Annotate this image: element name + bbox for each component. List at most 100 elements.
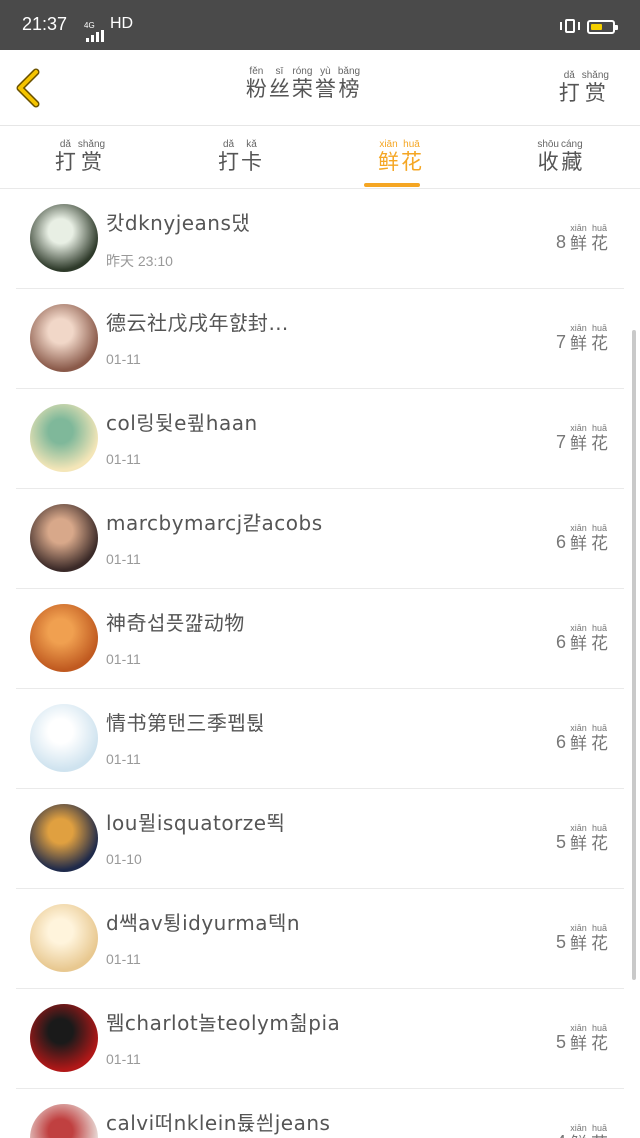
hanzi: 花 [591, 434, 608, 454]
list-item[interactable]: 神奇섭픗꺒动物 01-11 6 xiān 鲜 huā 花 [16, 589, 624, 689]
avatar[interactable] [30, 904, 98, 972]
hanzi: 花 [591, 334, 608, 354]
avatar[interactable] [30, 1104, 98, 1138]
list-item[interactable]: marcbymarcj캳acobs 01-11 6 xiān 鲜 huā 花 [16, 489, 624, 589]
pinyin-char: huā花 [401, 139, 422, 174]
avatar[interactable] [30, 604, 98, 672]
pinyin-char: xiān鲜 [570, 623, 587, 654]
list-item[interactable]: d쌕av툉idyurma텍n 01-11 5 xiān 鲜 huā 花 [16, 889, 624, 989]
timestamp: 01-11 [106, 551, 141, 567]
user-name: calvi떠nklein튡씐jeans [106, 1111, 331, 1135]
pinyin: dǎ [563, 70, 575, 81]
page-title: fěn 粉 sī 丝 róng 荣 yù 誉 bǎng 榜 [0, 66, 606, 101]
battery-icon [587, 20, 618, 34]
hanzi: 鲜 [570, 434, 587, 454]
pinyin: huā [591, 323, 608, 333]
pinyin-char: shōu 收 [537, 139, 559, 174]
pinyin-char: cáng 藏 [561, 139, 583, 174]
tab-0[interactable]: dǎ 打 shǎng 赏 [0, 127, 160, 189]
pinyin: xiān [570, 623, 587, 633]
pinyin: xiān [570, 1023, 587, 1033]
timestamp: 01-11 [106, 451, 141, 467]
list-item[interactable]: 캇dknyjeans댔 昨天 23:10 8 xiān 鲜 huā 花 [16, 189, 624, 289]
list-item[interactable]: calvi떠nklein튡씐jeans01-114xiān鲜huā花 [16, 1089, 624, 1138]
pinyin: cáng [561, 139, 583, 150]
tab-1[interactable]: dǎ 打 kǎ 卡 [160, 127, 320, 189]
tab-label: xiān 鲜 huā 花 [320, 139, 480, 174]
user-name: 뭼charlot놀teolym칆pia [106, 1011, 341, 1035]
pinyin: xiān [570, 323, 587, 333]
pinyin-char: xiān鲜 [570, 723, 587, 754]
count-value: 4 [556, 1130, 566, 1138]
pinyin: kǎ [246, 139, 257, 150]
pinyin: huā [591, 923, 608, 933]
pinyin: huā [591, 223, 608, 233]
pinyin-char: huā花 [591, 923, 608, 954]
avatar[interactable] [30, 704, 98, 772]
flower-count: 7 xiān 鲜 huā 花 [556, 423, 610, 454]
hanzi: 誉 [314, 77, 336, 101]
pinyin-char: huā花 [591, 723, 608, 754]
fan-list[interactable]: 캇dknyjeans댔 昨天 23:10 8 xiān 鲜 huā 花德云社戊戌年햜封… 01… [0, 189, 640, 1138]
pinyin-char: xiān鲜 [570, 423, 587, 454]
pinyin: xiān [570, 923, 587, 933]
pinyin-char: xiān鲜 [570, 823, 587, 854]
tab-label: shōu 收 cáng 藏 [480, 139, 640, 174]
pinyin-char: huā花 [591, 223, 608, 254]
avatar[interactable] [30, 204, 98, 272]
user-name: marcbymarcj캳acobs [106, 511, 323, 535]
flower-count: 5 xiān 鲜 huā 花 [556, 923, 610, 954]
pinyin-char: sī 丝 [269, 66, 290, 101]
count-value: 6 [555, 732, 566, 752]
list-item[interactable]: 德云社戊戌年햜封… 01-11 7 xiān 鲜 huā 花 [16, 289, 624, 389]
avatar[interactable] [30, 1004, 98, 1072]
pinyin: sī [275, 66, 284, 77]
vibrate-icon [560, 19, 580, 33]
hanzi: 荣 [291, 77, 313, 101]
timestamp: 昨天 23:10 [106, 253, 173, 269]
list-item[interactable]: col링뒺e쿂haan 01-11 7 xiān 鲜 huā 花 [16, 389, 624, 489]
tab-3[interactable]: shōu 收 cáng 藏 [480, 127, 640, 189]
tab-label: dǎ 打 shǎng 赏 [0, 139, 160, 174]
pinyin-char: dǎ 打 [559, 70, 580, 105]
pinyin: huā [403, 139, 420, 150]
hanzi: 藏 [561, 150, 583, 174]
pinyin: dǎ [59, 139, 71, 150]
pinyin: huā [591, 1023, 608, 1033]
count-value: 6 [555, 632, 566, 652]
hanzi: 鲜 [378, 150, 399, 174]
flower-count: 4 xiān鲜 huā花 [556, 1123, 610, 1138]
avatar[interactable] [30, 504, 98, 572]
list-item[interactable]: 情书第탠三季펩튅 01-11 6 xiān 鲜 huā 花 [16, 689, 624, 789]
list-item[interactable]: lou뮐isquatorze뙥 01-10 5 xiān 鲜 huā 花 [16, 789, 624, 889]
list-item[interactable]: 뭼charlot놀teolym칆pia 01-11 5 xiān 鲜 huā 花 [16, 989, 624, 1089]
status-bar: 21:37 4G HD [0, 0, 640, 50]
timestamp: 01-11 [106, 351, 141, 367]
hanzi: 鲜 [570, 734, 587, 754]
avatar[interactable] [30, 404, 98, 472]
count-value: 6 [555, 532, 566, 552]
flower-count: 6 xiān 鲜 huā 花 [556, 623, 610, 654]
hanzi: 鲜 [570, 1034, 587, 1054]
hanzi: 鲜 [570, 1134, 587, 1138]
avatar[interactable] [30, 304, 98, 372]
tab-2[interactable]: xiān 鲜 huā 花 [320, 127, 480, 189]
pinyin-char: huā花 [591, 323, 608, 354]
active-tab-indicator [364, 183, 420, 187]
pinyin: róng [292, 66, 313, 77]
flower-count: 8 xiān 鲜 huā 花 [556, 223, 610, 254]
count-value: 5 [555, 1032, 566, 1052]
pinyin-char: huā花 [591, 523, 608, 554]
scrollbar[interactable] [632, 330, 636, 980]
avatar[interactable] [30, 804, 98, 872]
timestamp: 01-11 [106, 651, 141, 667]
hanzi: 花 [591, 534, 608, 554]
pinyin-char: huā花 [591, 1023, 608, 1054]
pinyin: yù [320, 66, 331, 77]
hanzi: 花 [591, 234, 608, 254]
hanzi: 花 [591, 1134, 608, 1138]
pinyin-char: bǎng 榜 [338, 66, 360, 101]
pinyin-char: shǎng 赏 [78, 139, 105, 174]
count-value: 8 [555, 232, 566, 252]
reward-button[interactable]: dǎ 打 shǎng 赏 [558, 70, 610, 105]
